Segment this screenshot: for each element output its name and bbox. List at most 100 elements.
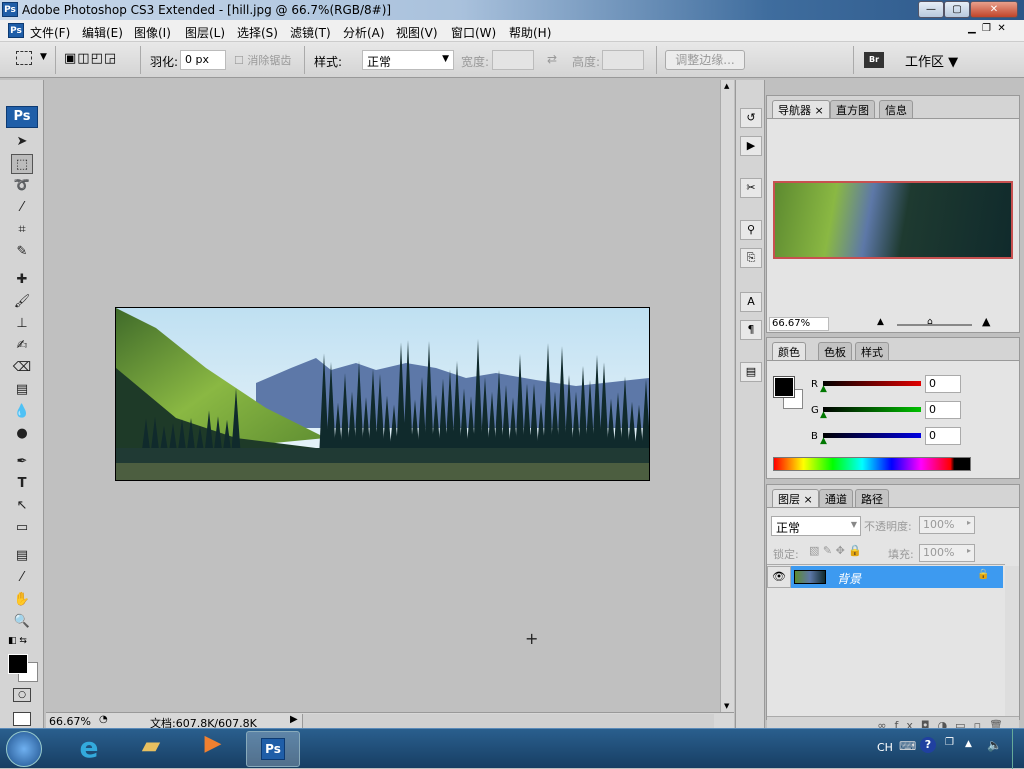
photoshop-taskbar-button[interactable]: Ps bbox=[246, 731, 300, 767]
character-panel-icon[interactable]: A bbox=[740, 292, 762, 312]
tab-histogram[interactable]: 直方图 bbox=[830, 100, 875, 118]
minimize-button[interactable]: — bbox=[918, 1, 944, 18]
color-spectrum-bar[interactable] bbox=[773, 457, 971, 471]
menu-window[interactable]: 窗口(W) bbox=[451, 24, 496, 41]
maximize-button[interactable]: ▢ bbox=[944, 1, 970, 18]
help-icon[interactable]: ? bbox=[920, 737, 936, 753]
channel-slider-thumb[interactable]: ▲ bbox=[820, 436, 827, 446]
volume-icon[interactable]: 🔈 bbox=[987, 738, 1002, 752]
tab-info[interactable]: 信息 bbox=[879, 100, 913, 118]
antialias-checkbox[interactable]: ☐ 消除锯齿 bbox=[234, 52, 291, 68]
actions-panel-icon[interactable]: ▶ bbox=[740, 136, 762, 156]
tab-channels[interactable]: 通道 bbox=[819, 489, 853, 507]
menu-help[interactable]: 帮助(H) bbox=[509, 24, 551, 41]
channel-slider-thumb[interactable]: ▲ bbox=[820, 410, 827, 420]
tab-styles[interactable]: 样式 bbox=[855, 342, 889, 360]
tab-navigator[interactable]: 导航器 × bbox=[772, 100, 830, 118]
dodge-tool-icon[interactable]: ● bbox=[11, 424, 33, 444]
navigator-zoom-slider[interactable] bbox=[897, 324, 972, 326]
menu-layer[interactable]: 图层(L) bbox=[185, 24, 225, 41]
default-colors-icon[interactable]: ◧ ⇆ bbox=[8, 636, 27, 646]
channel-value-input[interactable]: 0 bbox=[925, 427, 961, 445]
preset-dropdown-icon[interactable]: ▼ bbox=[40, 52, 47, 62]
style-select[interactable]: 正常 ▼ bbox=[362, 50, 454, 70]
vertical-scrollbar[interactable]: ▲ ▼ bbox=[720, 80, 734, 712]
lasso-tool-icon[interactable]: ➰ bbox=[11, 176, 33, 196]
doc-window-controls[interactable]: ▁ ❐ ✕ bbox=[968, 23, 1006, 34]
marquee-preset-icon[interactable] bbox=[16, 51, 32, 65]
keyboard-icon[interactable]: ⌨ bbox=[899, 739, 916, 753]
type-tool-icon[interactable]: T bbox=[11, 474, 33, 494]
gradient-tool-icon[interactable]: ▤ bbox=[11, 380, 33, 400]
media-player-taskbar-icon[interactable]: ▶ bbox=[186, 731, 240, 767]
restore-icon[interactable]: ❐ bbox=[945, 737, 954, 748]
fill-input[interactable]: 100% ▸ bbox=[919, 544, 975, 562]
zoom-in-icon[interactable]: ▲ bbox=[982, 315, 990, 328]
path-selection-icon[interactable]: ↖ bbox=[11, 496, 33, 516]
slice-tool-icon[interactable]: ✎ bbox=[11, 242, 33, 262]
show-desktop-button[interactable] bbox=[1012, 729, 1024, 769]
menu-edit[interactable]: 编辑(E) bbox=[82, 24, 123, 41]
visibility-eye-icon[interactable]: 👁 bbox=[767, 566, 791, 588]
tab-paths[interactable]: 路径 bbox=[855, 489, 889, 507]
healing-brush-icon[interactable]: ✚ bbox=[11, 270, 33, 290]
eraser-tool-icon[interactable]: ⌫ bbox=[11, 358, 33, 378]
menu-view[interactable]: 视图(V) bbox=[396, 24, 438, 41]
tab-layers[interactable]: 图层 × bbox=[772, 489, 819, 507]
quick-mask-icon[interactable]: ○ bbox=[13, 688, 31, 702]
selection-mode-buttons[interactable]: ▣◫◰◲ bbox=[64, 51, 117, 66]
explorer-taskbar-icon[interactable]: ▰ bbox=[124, 731, 178, 767]
notes-tool-icon[interactable]: ▤ bbox=[11, 546, 33, 566]
feather-input[interactable]: 0 px bbox=[180, 50, 226, 70]
clone-source-icon[interactable]: ⎘ bbox=[740, 248, 762, 268]
channel-value-input[interactable]: 0 bbox=[925, 401, 961, 419]
layer-row-background[interactable]: 👁 背景 🔒 bbox=[767, 566, 1003, 588]
magic-wand-tool-icon[interactable]: ⁄ bbox=[11, 198, 33, 218]
language-indicator[interactable]: CH bbox=[877, 741, 893, 754]
ie-taskbar-icon[interactable]: e bbox=[62, 731, 116, 767]
layers-scrollbar[interactable] bbox=[1005, 566, 1019, 716]
tab-color[interactable]: 颜色 bbox=[772, 342, 806, 360]
document-image[interactable] bbox=[115, 307, 651, 481]
eyedropper-tool-icon[interactable]: ⁄ bbox=[11, 568, 33, 588]
bridge-icon[interactable]: Br bbox=[864, 52, 884, 68]
foreground-color-swatch[interactable] bbox=[8, 654, 28, 674]
navigator-zoom-input[interactable]: 66.67% bbox=[769, 317, 829, 331]
workspace-menu[interactable]: 工作区 ▼ bbox=[905, 51, 958, 70]
menu-select[interactable]: 选择(S) bbox=[237, 24, 278, 41]
opacity-input[interactable]: 100% ▸ bbox=[919, 516, 975, 534]
shape-tool-icon[interactable]: ▭ bbox=[11, 518, 33, 538]
layer-comps-icon[interactable]: ▤ bbox=[740, 362, 762, 382]
lock-icons[interactable]: ▧ ✎ ✥ 🔒 bbox=[809, 544, 862, 557]
move-tool-icon[interactable]: ➤ bbox=[11, 132, 33, 152]
blur-tool-icon[interactable]: 💧 bbox=[11, 402, 33, 422]
start-button[interactable] bbox=[6, 731, 42, 767]
horizontal-scrollbar[interactable] bbox=[302, 714, 714, 728]
paragraph-panel-icon[interactable]: ¶ bbox=[740, 320, 762, 340]
tool-presets-icon[interactable]: ✂ bbox=[740, 178, 762, 198]
menu-image[interactable]: 图像(I) bbox=[134, 24, 171, 41]
channel-slider[interactable] bbox=[823, 407, 921, 412]
show-hidden-icons[interactable]: ▲ bbox=[965, 739, 972, 749]
brush-tool-icon[interactable]: 🖌 bbox=[11, 292, 33, 312]
zoom-tool-icon[interactable]: 🔍 bbox=[11, 612, 33, 632]
channel-slider-thumb[interactable]: ▲ bbox=[820, 384, 827, 394]
layer-name[interactable]: 背景 bbox=[837, 570, 861, 587]
swap-icon[interactable]: ⇄ bbox=[547, 52, 557, 66]
hand-tool-icon[interactable]: ✋ bbox=[11, 590, 33, 610]
height-input[interactable] bbox=[602, 50, 644, 70]
marquee-tool-icon[interactable]: ⬚ bbox=[11, 154, 33, 174]
status-menu-icon[interactable]: ◔ bbox=[99, 714, 108, 725]
zoom-level[interactable]: 66.67% bbox=[49, 715, 91, 728]
menu-analysis[interactable]: 分析(A) bbox=[343, 24, 385, 41]
history-brush-icon[interactable]: ✍ bbox=[11, 336, 33, 356]
pen-tool-icon[interactable]: ✒ bbox=[11, 452, 33, 472]
zoom-slider-thumb[interactable]: ⌂ bbox=[927, 317, 933, 327]
history-panel-icon[interactable]: ↺ bbox=[740, 108, 762, 128]
channel-slider[interactable] bbox=[823, 381, 921, 386]
menu-file[interactable]: 文件(F) bbox=[30, 24, 70, 41]
width-input[interactable] bbox=[492, 50, 534, 70]
screen-mode-icon[interactable] bbox=[13, 712, 31, 726]
blend-mode-select[interactable]: 正常 ▼ bbox=[771, 516, 861, 536]
color-foreground-swatch[interactable] bbox=[773, 376, 795, 398]
